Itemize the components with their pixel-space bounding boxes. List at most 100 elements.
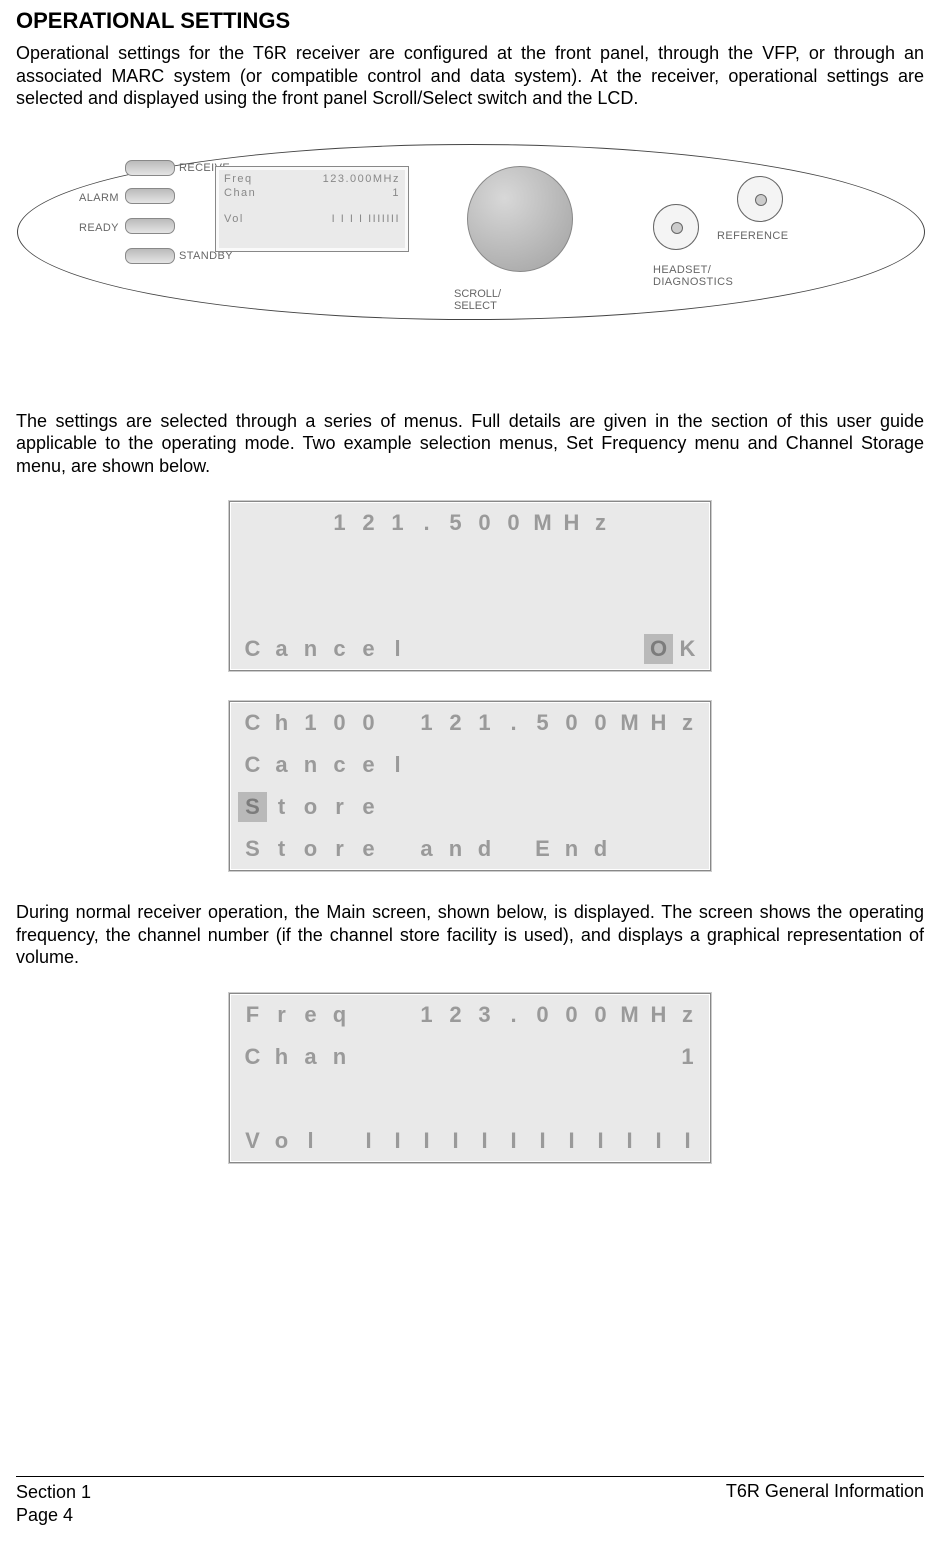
lcd-cell: I xyxy=(557,1126,586,1156)
lcd-cell: l xyxy=(383,750,412,780)
standby-led xyxy=(125,248,175,264)
lcd-cell: 5 xyxy=(528,708,557,738)
footer-page: Page 4 xyxy=(16,1504,91,1527)
lcd-cell: 2 xyxy=(354,508,383,538)
lcd-cell: I xyxy=(586,1126,615,1156)
lcd-cell: H xyxy=(557,508,586,538)
lcd-cell: I xyxy=(499,1126,528,1156)
lcd-cell: e xyxy=(354,792,383,822)
lcd-cell: 0 xyxy=(528,1000,557,1030)
lcd-cell: 0 xyxy=(354,708,383,738)
lcd-cell: 0 xyxy=(586,708,615,738)
lcd-cell: a xyxy=(412,834,441,864)
lcd-cell: 2 xyxy=(441,1000,470,1030)
lcd-cell: C xyxy=(238,708,267,738)
reference-label: REFERENCE xyxy=(717,230,788,242)
lcd-cell: 2 xyxy=(441,708,470,738)
headset-jack[interactable] xyxy=(653,204,699,250)
panel-lcd-vol-label: Vol xyxy=(224,213,244,225)
scroll-select-label: SCROLL/ SELECT xyxy=(454,288,501,312)
main-screen-lcd: Freq..123.000MHz Chan...........1 ......… xyxy=(229,993,711,1163)
headset-label: HEADSET/ DIAGNOSTICS xyxy=(653,264,733,288)
lcd-cell: M xyxy=(528,508,557,538)
lcd-cell: 5 xyxy=(441,508,470,538)
ready-label: READY xyxy=(79,222,119,234)
lcd-cell: r xyxy=(267,1000,296,1030)
lcd-cell: z xyxy=(673,708,702,738)
lcd-cell: I xyxy=(412,1126,441,1156)
lcd-cell: I xyxy=(644,1126,673,1156)
page-footer: Section 1 Page 4 T6R General Information xyxy=(16,1476,924,1526)
lcd-cell: n xyxy=(296,750,325,780)
lcd-cell: n xyxy=(296,634,325,664)
lcd-cell: C xyxy=(238,750,267,780)
lcd-cell: q xyxy=(325,1000,354,1030)
panel-lcd-freq-value: 123.000MHz xyxy=(323,173,400,185)
reference-jack[interactable] xyxy=(737,176,783,222)
lcd-cell: 1 xyxy=(383,508,412,538)
scroll-select-knob[interactable] xyxy=(467,166,573,272)
footer-doc-title: T6R General Information xyxy=(726,1481,924,1526)
lcd-cell: 1 xyxy=(296,708,325,738)
lcd-cell: E xyxy=(528,834,557,864)
lcd-cell: c xyxy=(325,634,354,664)
lcd-cell: . xyxy=(499,708,528,738)
alarm-label: ALARM xyxy=(79,192,119,204)
lcd-cell: O xyxy=(644,634,673,664)
lcd-cell: o xyxy=(296,792,325,822)
lcd-cell: l xyxy=(383,634,412,664)
lcd-cell: 1 xyxy=(412,708,441,738)
ready-led xyxy=(125,218,175,234)
lcd-cell: e xyxy=(354,750,383,780)
lcd-cell: z xyxy=(673,1000,702,1030)
lcd-cell: e xyxy=(296,1000,325,1030)
lcd-cell: S xyxy=(238,834,267,864)
lcd-cell: I xyxy=(528,1126,557,1156)
lcd-cell: C xyxy=(238,1042,267,1072)
lcd-cell: o xyxy=(296,834,325,864)
panel-lcd-chan-label: Chan xyxy=(224,187,256,199)
lcd-cell: 1 xyxy=(325,508,354,538)
lcd-cell: H xyxy=(644,708,673,738)
channel-storage-lcd: Ch100.121.500MHz Cancel.......... Store.… xyxy=(229,701,711,871)
lcd-cell: d xyxy=(470,834,499,864)
lcd-cell: I xyxy=(470,1126,499,1156)
lcd-cell: S xyxy=(238,792,267,822)
lcd-cell: H xyxy=(644,1000,673,1030)
lcd-cell: h xyxy=(267,708,296,738)
lcd-cell: a xyxy=(267,750,296,780)
lcd-cell: 0 xyxy=(557,1000,586,1030)
lcd-cell: 0 xyxy=(586,1000,615,1030)
lcd-cell: l xyxy=(296,1126,325,1156)
panel-lcd-freq-label: Freq xyxy=(224,173,253,185)
lcd-cell: V xyxy=(238,1126,267,1156)
lcd-cell: n xyxy=(557,834,586,864)
lcd-cell: r xyxy=(325,834,354,864)
intro-paragraph: Operational settings for the T6R receive… xyxy=(16,42,924,110)
lcd-cell: d xyxy=(586,834,615,864)
lcd-cell: . xyxy=(412,508,441,538)
front-panel-figure: RECEIVE ALARM READY STANDBY Freq123.000M… xyxy=(17,140,923,350)
lcd-cell: . xyxy=(499,1000,528,1030)
lcd-cell: t xyxy=(267,834,296,864)
menu-paragraph: The settings are selected through a seri… xyxy=(16,410,924,478)
lcd-cell: t xyxy=(267,792,296,822)
lcd-cell: I xyxy=(383,1126,412,1156)
receive-led xyxy=(125,160,175,176)
panel-lcd-vol-bars: I I I I IIIIIII xyxy=(332,213,400,225)
lcd-cell: 1 xyxy=(673,1042,702,1072)
lcd-cell: o xyxy=(267,1126,296,1156)
lcd-cell: z xyxy=(586,508,615,538)
footer-section: Section 1 xyxy=(16,1481,91,1504)
panel-lcd: Freq 123.000MHz Chan 1 Vol I I I I IIIIIII xyxy=(215,166,409,252)
lcd-cell: 1 xyxy=(470,708,499,738)
lcd-cell: e xyxy=(354,834,383,864)
panel-lcd-chan-value: 1 xyxy=(392,187,400,199)
lcd-cell: h xyxy=(267,1042,296,1072)
lcd-cell: c xyxy=(325,750,354,780)
lcd-cell: 0 xyxy=(499,508,528,538)
lcd-cell: e xyxy=(354,634,383,664)
lcd-cell: a xyxy=(296,1042,325,1072)
main-screen-paragraph: During normal receiver operation, the Ma… xyxy=(16,901,924,969)
lcd-cell: 0 xyxy=(557,708,586,738)
